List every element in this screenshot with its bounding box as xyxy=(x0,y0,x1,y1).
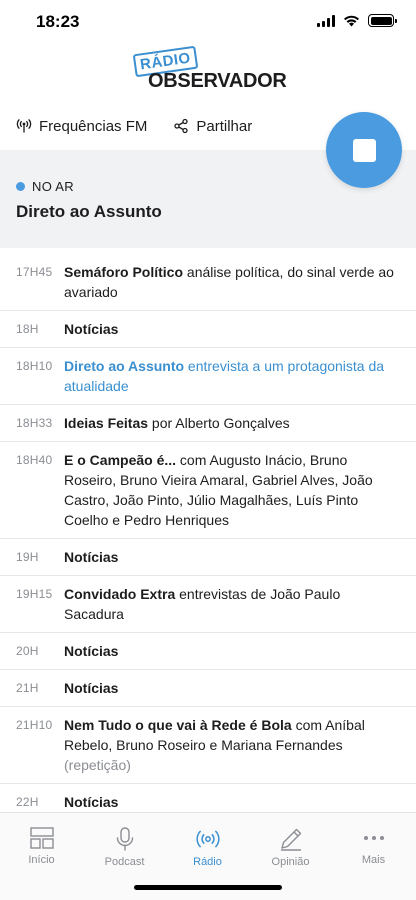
schedule-description: Notícias xyxy=(64,547,400,567)
logo-observador-text: OBSERVADOR xyxy=(148,70,287,92)
on-air-label: NO AR xyxy=(32,179,74,194)
share-label: Partilhar xyxy=(196,117,253,135)
schedule-description: Notícias xyxy=(64,678,400,698)
schedule-row[interactable]: 18H33 Ideias Feitas por Alberto Gonçalves xyxy=(0,405,416,442)
schedule-description: Direto ao Assunto entrevista a um protag… xyxy=(64,356,400,396)
program-name: Notícias xyxy=(64,321,119,337)
program-name: Notícias xyxy=(64,680,119,696)
tab-mais[interactable]: Mais xyxy=(332,827,415,866)
program-name: Ideias Feitas xyxy=(64,415,149,431)
status-bar: 18:23 xyxy=(0,0,416,44)
more-icon xyxy=(363,836,384,840)
broadcast-icon xyxy=(16,119,32,133)
schedule-description: Ideias Feitas por Alberto Gonçalves xyxy=(64,413,400,433)
live-dot-icon xyxy=(16,182,25,191)
pen-icon xyxy=(280,828,301,851)
tab-radio-label: Rádio xyxy=(193,856,222,868)
tab-opiniao[interactable]: Opinião xyxy=(249,827,332,868)
microphone-icon xyxy=(116,827,133,851)
tab-opiniao-label: Opinião xyxy=(271,856,310,868)
schedule-row[interactable]: 18H40 E o Campeão é... com Augusto Inácio… xyxy=(0,442,416,539)
tab-mais-label: Mais xyxy=(361,854,386,866)
schedule-row[interactable]: 17H45 Semáforo Político análise política,… xyxy=(0,254,416,311)
program-name: E o Campeão é... xyxy=(64,452,177,468)
now-playing-title: Direto ao Assunto xyxy=(16,202,162,221)
stop-icon xyxy=(352,138,376,162)
schedule-description: E o Campeão é... com Augusto Inácio, Bru… xyxy=(64,450,400,530)
radio-icon xyxy=(195,830,220,848)
stop-button[interactable] xyxy=(326,112,402,188)
program-name: Notícias xyxy=(64,549,119,565)
home-indicator xyxy=(134,885,282,890)
program-name: Direto ao Assunto xyxy=(64,358,185,374)
schedule-time: 18H33 xyxy=(16,416,53,430)
wifi-icon xyxy=(344,15,359,26)
schedule-list: 17H45 Semáforo Político análise política,… xyxy=(0,254,416,878)
tab-inicio-label: Início xyxy=(28,854,55,866)
schedule-time: 19H15 xyxy=(16,587,53,601)
on-air-badge: NO AR xyxy=(16,179,74,194)
schedule-row[interactable]: 19H Notícias xyxy=(0,539,416,576)
share-button[interactable]: Partilhar xyxy=(173,118,252,135)
schedule-time: 22H xyxy=(16,795,39,809)
radio-observador-logo: RÁDIO OBSERVADOR xyxy=(132,45,287,92)
schedule-row[interactable]: 18H10 Direto ao Assunto entrevista a um p… xyxy=(0,348,416,405)
schedule-row[interactable]: 20H Notícias xyxy=(0,633,416,670)
schedule-time: 21H10 xyxy=(16,718,53,732)
battery-icon xyxy=(368,14,397,27)
fm-frequencies-label: Frequências FM xyxy=(39,117,148,135)
schedule-row[interactable]: 19H15 Convidado Extra entrevistas de João… xyxy=(0,576,416,633)
schedule-time: 18H40 xyxy=(16,453,53,467)
program-name: Semáforo Político xyxy=(64,264,184,280)
schedule-description: Nem Tudo o que vai à Rede é Bola com Aní… xyxy=(64,715,400,775)
repeat-label: (repetição) xyxy=(64,757,131,773)
schedule-row[interactable]: 18H Notícias xyxy=(0,311,416,348)
schedule-description: Convidado Extra entrevistas de João Paul… xyxy=(64,584,400,624)
program-name: Convidado Extra xyxy=(64,586,176,602)
tab-podcast[interactable]: Podcast xyxy=(83,827,166,868)
schedule-time: 18H10 xyxy=(16,359,53,373)
tab-podcast-label: Podcast xyxy=(104,856,145,868)
schedule-description: Notícias xyxy=(64,792,400,812)
tab-radio[interactable]: Rádio xyxy=(166,827,249,868)
schedule-row[interactable]: 21H Notícias xyxy=(0,670,416,707)
program-details: por Alberto Gonçalves xyxy=(148,415,290,431)
tab-inicio[interactable]: Início xyxy=(0,827,83,866)
schedule-time: 18H xyxy=(16,322,39,336)
schedule-time: 21H xyxy=(16,681,39,695)
program-name: Nem Tudo o que vai à Rede é Bola xyxy=(64,717,292,733)
schedule-time: 19H xyxy=(16,550,39,564)
status-icons xyxy=(317,14,397,27)
schedule-time: 17H45 xyxy=(16,265,53,279)
status-time: 18:23 xyxy=(36,12,80,31)
schedule-time: 20H xyxy=(16,644,39,658)
program-name: Notícias xyxy=(64,643,119,659)
fm-frequencies-button[interactable]: Frequências FM xyxy=(16,118,147,135)
cellular-signal-icon xyxy=(317,14,335,27)
program-name: Notícias xyxy=(64,794,119,810)
home-icon xyxy=(29,827,54,849)
schedule-description: Notícias xyxy=(64,641,400,661)
schedule-description: Semáforo Político análise política, do s… xyxy=(64,262,400,302)
schedule-description: Notícias xyxy=(64,319,400,339)
share-icon xyxy=(174,118,189,134)
schedule-row[interactable]: 21H10 Nem Tudo o que vai à Rede é Bola co… xyxy=(0,707,416,784)
header-actions: Frequências FM Partilhar xyxy=(16,112,252,140)
